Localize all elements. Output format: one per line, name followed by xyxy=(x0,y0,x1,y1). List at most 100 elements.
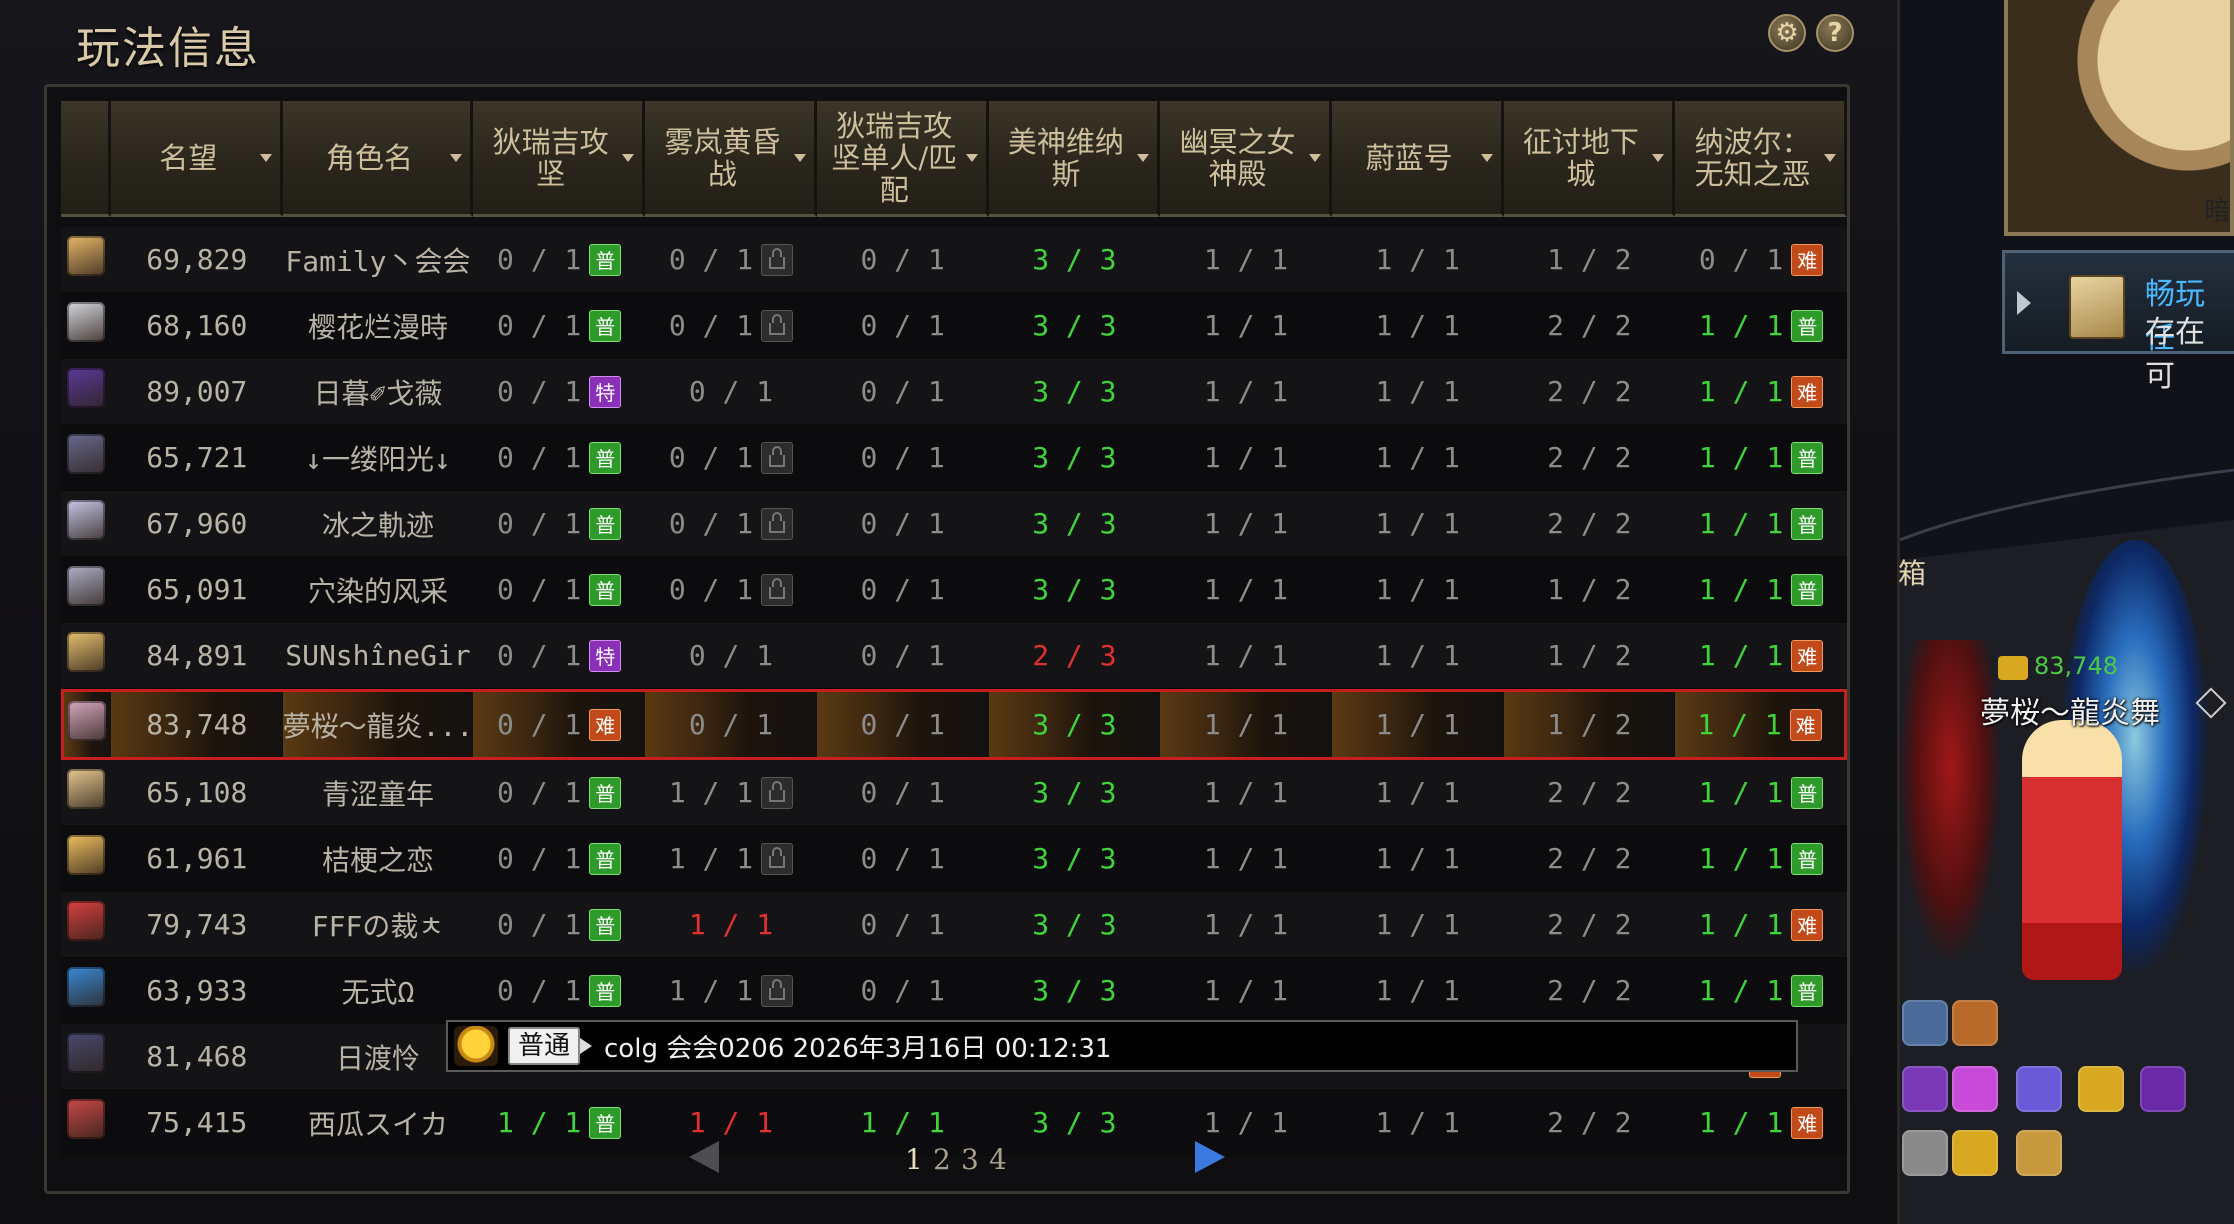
column-header-5[interactable]: 美神维纳斯 xyxy=(988,101,1161,217)
column-header-1[interactable]: 角色名 xyxy=(282,101,474,217)
expand-arrow-icon[interactable] xyxy=(2017,291,2031,315)
minimap[interactable]: 暗 xyxy=(2004,0,2234,236)
sort-arrow-icon[interactable] xyxy=(1824,153,1836,162)
progress-count: 0 / 1 xyxy=(497,375,582,408)
progress-cell-content: 1 / 1 xyxy=(1204,708,1288,741)
progress-cell: 1 / 2 xyxy=(1503,689,1676,760)
character-name: FFFの裁ㅊ xyxy=(282,892,474,958)
page-number[interactable]: 4 xyxy=(989,1143,1007,1176)
progress-cell-content: 3 / 3 xyxy=(1032,974,1116,1007)
character-name: 冰之軌迹 xyxy=(282,491,474,557)
column-header-label: 角色名 xyxy=(325,140,413,175)
sort-arrow-icon[interactable] xyxy=(1652,153,1665,162)
quest-tracker[interactable]: 畅玩任 存在可 xyxy=(2002,250,2234,394)
column-header-9[interactable]: 纳波尔：无知之恶 xyxy=(1675,101,1847,217)
sort-arrow-icon[interactable] xyxy=(259,153,272,162)
progress-cell-content: 1 / 1普 xyxy=(1699,507,1824,540)
lock-icon xyxy=(761,974,794,1007)
avatar xyxy=(66,967,105,1007)
house-icon[interactable] xyxy=(1952,1000,1998,1046)
sort-arrow-icon[interactable] xyxy=(450,153,463,162)
id-icon[interactable] xyxy=(2016,1066,2062,1112)
progress-cell-content: 1 / 1 xyxy=(1204,309,1288,342)
table-row[interactable]: 65,108 青涩童年 0 / 1普1 / 10 / 13 / 31 / 11 / … xyxy=(61,760,1847,826)
progress-cell: 1 / 1 xyxy=(645,760,817,826)
progress-cell-content: 0 / 1 xyxy=(861,776,945,809)
progress-cell: 1 / 2 xyxy=(1503,227,1676,293)
help-icon[interactable]: ? xyxy=(1816,14,1854,52)
sort-arrow-icon[interactable] xyxy=(1480,153,1493,162)
progress-cell-content: 1 / 1 xyxy=(1204,375,1288,408)
progress-count: 1 / 2 xyxy=(1547,243,1632,276)
table-row[interactable]: 83,748 夢桜～龍炎... 0 / 1难0 / 10 / 13 / 31 / 1… xyxy=(61,689,1847,760)
progress-count: 3 / 3 xyxy=(1032,776,1117,809)
table-row[interactable]: 89,007 日暮✐戈薇 0 / 1特0 / 10 / 13 / 31 / 11 /… xyxy=(61,359,1847,425)
sort-arrow-icon[interactable] xyxy=(965,153,978,162)
progress-cell-content: 0 / 1普 xyxy=(497,573,622,606)
progress-cell-content: 1 / 1 xyxy=(1204,441,1288,474)
progress-count: 1 / 1 xyxy=(1203,842,1289,875)
progress-count: 3 / 3 xyxy=(1032,441,1117,474)
progress-cell: 1 / 1 xyxy=(1331,826,1504,892)
column-header-8[interactable]: 征讨地下城 xyxy=(1503,101,1676,217)
avatar xyxy=(66,769,105,809)
table-row[interactable]: 65,091 穴染的风采 0 / 1普0 / 10 / 13 / 31 / 11 /… xyxy=(61,557,1847,623)
column-header-2[interactable]: 狄瑞吉攻坚 xyxy=(473,101,646,217)
progress-count: 0 / 1 xyxy=(860,243,945,276)
orb-icon[interactable] xyxy=(2140,1066,2186,1112)
progress-cell-content: 0 / 1特 xyxy=(497,375,622,408)
avatar-cell xyxy=(61,689,111,760)
sort-arrow-icon[interactable] xyxy=(1137,153,1150,162)
table-row[interactable]: 79,743 FFFの裁ㅊ 0 / 1普1 / 10 / 13 / 31 / 11 … xyxy=(61,892,1847,958)
sort-arrow-icon[interactable] xyxy=(1308,153,1321,162)
table-row[interactable]: 65,721 ↓一缕阳光↓ 0 / 1普0 / 10 / 13 / 31 / 11 … xyxy=(61,425,1847,491)
music-icon[interactable] xyxy=(1952,1066,1998,1112)
table-row[interactable]: 67,960 冰之軌迹 0 / 1普0 / 10 / 13 / 31 / 11 / … xyxy=(61,491,1847,557)
column-header-4[interactable]: 狄瑞吉攻坚单人/匹配 xyxy=(816,101,989,217)
progress-count: 0 / 1 xyxy=(497,639,582,672)
crystal-icon[interactable] xyxy=(1902,1066,1948,1112)
header-avatar xyxy=(61,101,111,217)
progress-count: 0 / 1 xyxy=(497,908,582,941)
page-number[interactable]: 2 xyxy=(933,1143,951,1176)
column-header-7[interactable]: 蔚蓝号 xyxy=(1331,101,1504,217)
location-pin-icon[interactable] xyxy=(1952,1130,1998,1176)
progress-cell: 2 / 3 xyxy=(988,623,1161,689)
page-number[interactable]: 1 xyxy=(905,1143,923,1176)
sort-arrow-icon[interactable] xyxy=(622,153,635,162)
difficulty-badge: 普 xyxy=(589,908,622,941)
progress-count: 0 / 1 xyxy=(860,441,945,474)
progress-cell-content: 0 / 1 xyxy=(689,639,773,672)
progress-cell: 0 / 1 xyxy=(816,826,989,892)
column-header-0[interactable]: 名望 xyxy=(110,101,283,217)
player-character[interactable] xyxy=(2022,720,2122,980)
column-header-3[interactable]: 雾岚黄昏战 xyxy=(645,101,817,217)
grid-menu-icon[interactable] xyxy=(2016,1130,2062,1176)
next-page-arrow-icon[interactable] xyxy=(1195,1141,1225,1173)
difficulty-badge: 普 xyxy=(589,243,622,276)
lock-icon-glyph xyxy=(769,846,786,868)
gear-icon[interactable]: ⚙ xyxy=(1768,14,1806,52)
crown-icon[interactable] xyxy=(2078,1066,2124,1112)
table-row[interactable]: 68,160 樱花烂漫時 0 / 1普0 / 10 / 13 / 31 / 11 /… xyxy=(61,293,1847,359)
table-row[interactable]: 63,933 无式Ω 0 / 1普1 / 10 / 13 / 31 / 11 / 1… xyxy=(61,958,1847,1024)
book-icon[interactable] xyxy=(1902,1000,1948,1046)
play-info-panel: 玩法信息 ⚙ ? 名望 角色名 狄瑞吉攻坚 雾岚黄昏战 狄瑞吉攻坚单人/匹配 美神维纳斯幽… xyxy=(0,0,1900,1224)
progress-cell-content: 3 / 3 xyxy=(1032,243,1116,276)
progress-cell-content: 0 / 1特 xyxy=(497,639,622,672)
progress-count: 1 / 1 xyxy=(1375,842,1460,875)
progress-count: 0 / 1 xyxy=(497,309,582,342)
prev-page-arrow-icon[interactable] xyxy=(689,1141,719,1173)
chat-channel-badge[interactable]: 普通 xyxy=(508,1027,593,1065)
progress-cell-content: 0 / 1普 xyxy=(497,309,622,342)
table-row[interactable]: 69,829 Family丶会会 0 / 1普0 / 10 / 13 / 31 / … xyxy=(61,227,1847,293)
progress-count: 3 / 3 xyxy=(1032,375,1117,408)
table-row[interactable]: 61,961 桔梗之恋 0 / 1普1 / 10 / 13 / 31 / 11 / … xyxy=(61,826,1847,892)
page-number[interactable]: 3 xyxy=(961,1143,979,1176)
fame-value: 83,748 xyxy=(110,689,283,760)
column-header-6[interactable]: 幽冥之女神殿 xyxy=(1160,101,1332,217)
sort-arrow-icon[interactable] xyxy=(793,153,806,162)
figure-icon[interactable] xyxy=(1902,1130,1948,1176)
table-row[interactable]: 84,891 SUNshîneGir 0 / 1特0 / 10 / 12 / 31 … xyxy=(61,623,1847,689)
lock-icon-glyph xyxy=(769,780,786,802)
